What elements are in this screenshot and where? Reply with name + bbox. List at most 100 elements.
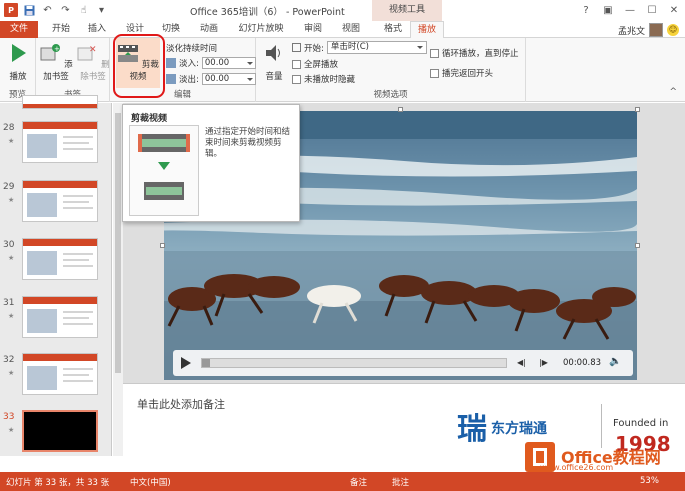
animation-star-icon: ★ [8,369,15,377]
tab-6[interactable]: 幻灯片放映 [230,21,292,38]
resize-handle[interactable] [398,107,403,112]
close-icon[interactable]: ✕ [663,0,685,21]
loop-row: 循环播放，直到停止 [430,47,519,59]
status-zoom[interactable]: 53% [640,476,659,486]
hide-row: 未播放时隐藏 [292,73,355,85]
feedback-smile-icon[interactable]: ☺ [667,24,679,36]
scrollbar-thumb[interactable] [115,113,121,373]
status-comments-button[interactable]: 批注 [392,476,409,488]
play-video-button[interactable] [179,356,193,370]
video-progress-thumb[interactable] [202,359,210,367]
hide-not-playing-checkbox[interactable] [292,74,301,84]
redo-icon[interactable]: ↷ [59,4,72,17]
play-button[interactable]: 播放 [4,42,32,82]
watermark-url: www.office26.com [540,463,614,472]
slide-thumbnail[interactable] [22,296,98,338]
powerpoint-app-icon[interactable]: P [4,3,18,17]
play-label: 播放 [9,72,27,82]
fullscreen-label: 全屏播放 [304,60,339,70]
touch-mode-icon[interactable]: ☝ [77,4,90,17]
remove-bookmark-icon: ✕ [77,45,97,61]
svg-text:+: + [54,45,60,53]
fade-in-input[interactable]: 00.00 [201,57,256,69]
fade-out-icon [166,74,176,84]
tooltip-description: 通过指定开始时间和结束时间来剪裁视频剪辑。 [205,127,291,159]
resize-handle[interactable] [635,243,640,248]
notes-placeholder: 单击此处添加备注 [137,398,225,411]
loop-checkbox[interactable] [430,48,439,58]
undo-icon[interactable]: ↶ [41,4,54,17]
add-bookmark-icon: + [40,44,61,61]
step-back-icon[interactable]: ◀| [517,358,526,367]
mute-volume-icon[interactable]: 🔈 [609,356,621,367]
help-icon[interactable]: ? [575,0,597,21]
user-account[interactable]: 孟兆文 ☺ [618,23,679,37]
video-progress-bar[interactable] [201,358,507,368]
save-icon[interactable] [23,4,36,17]
slide-thumbnail-pane[interactable]: 28 ★ 29 ★ 30 ★ 31 ★ 32 ★ 33 ★ [0,95,112,456]
step-forward-icon[interactable]: |▶ [539,358,548,367]
tab-7[interactable]: 审阅 [296,21,330,38]
slide-thumbnail[interactable] [22,410,98,452]
start-row: 开始: 单击时(C) [292,41,427,54]
fullscreen-checkbox[interactable] [292,59,301,69]
status-notes-button[interactable]: 备注 [350,476,367,488]
slide-thumbnail[interactable] [22,121,98,163]
fade-in-row: 淡入: 00.00 [166,57,256,69]
slide-thumbnail-partial[interactable] [22,95,98,109]
slide-number: 29 [3,182,15,192]
status-language[interactable]: 中文(中国) [130,476,171,488]
animation-star-icon: ★ [8,254,15,262]
fade-out-input[interactable]: 00.00 [201,73,256,85]
group-label-video-options: 视频选项 [373,90,408,100]
slide-thumbnail[interactable] [22,180,98,222]
tab-10[interactable]: 播放 [410,21,444,38]
remove-bookmark-button[interactable]: ✕ 删除书签 [76,42,110,82]
title-bar: P ↶ ↷ ☝ ▾ Office 365培训（6） - PowerPoint 视… [0,0,685,21]
resize-handle[interactable] [635,107,640,112]
animation-star-icon: ★ [8,312,15,320]
resize-handle[interactable] [160,243,165,248]
status-bar: 幻灯片 第 33 张，共 33 张 中文(中国) 备注 批注 53% [0,472,685,491]
volume-label: 音量 [265,72,283,82]
loop-label: 循环播放，直到停止 [442,49,519,59]
volume-button[interactable]: 音量 [260,42,288,82]
status-slide-count: 幻灯片 第 33 张，共 33 张 [6,478,110,488]
rewind-checkbox[interactable] [430,68,439,78]
group-bookmarks: + 添加书签 ✕ 删除书签 书签 [36,38,110,102]
maximize-icon[interactable]: ☐ [641,0,663,21]
minimize-icon[interactable]: — [619,0,641,21]
tab-9[interactable]: 格式 [376,21,410,38]
trim-video-highlight [113,34,165,98]
watermark-brand: 东方瑞通 [491,421,547,437]
watermark-founded: Founded in [613,418,669,429]
tab-8[interactable]: 视图 [334,21,368,38]
group-preview: 播放 预览 [0,38,36,102]
start-label: 开始: [304,43,324,54]
add-bookmark-button[interactable]: + 添加书签 [38,42,74,82]
animation-star-icon: ★ [8,137,15,145]
tab-0[interactable]: 文件 [0,21,38,38]
hide-not-playing-label: 未播放时隐藏 [304,75,356,85]
slide-number: 32 [3,355,15,365]
slide-number: 30 [3,240,15,250]
avatar[interactable] [649,23,663,37]
slide-thumbnail[interactable] [22,238,98,280]
notes-pane[interactable]: 单击此处添加备注 瑞 东方瑞通 Founded in 1998 Office教程… [123,383,685,472]
animation-star-icon: ★ [8,196,15,204]
trim-video-illustration-icon [138,134,190,200]
collapse-ribbon-icon[interactable]: ^ [669,87,677,97]
ribbon-display-icon[interactable]: ▣ [597,0,619,21]
start-select[interactable]: 单击时(C) [326,41,427,54]
tab-5[interactable]: 动画 [192,21,226,38]
tab-2[interactable]: 插入 [80,21,114,38]
animation-star-icon: ★ [8,426,15,434]
tooltip-preview [129,125,199,216]
tab-1[interactable]: 开始 [44,21,78,38]
slide-thumbnail[interactable] [22,353,98,395]
tooltip-title: 剪裁视频 [131,114,168,124]
play-icon [12,44,26,62]
customize-qat-icon[interactable]: ▾ [95,4,108,17]
context-tab-video-tools: 视频工具 [372,0,442,21]
start-icon [292,43,301,52]
